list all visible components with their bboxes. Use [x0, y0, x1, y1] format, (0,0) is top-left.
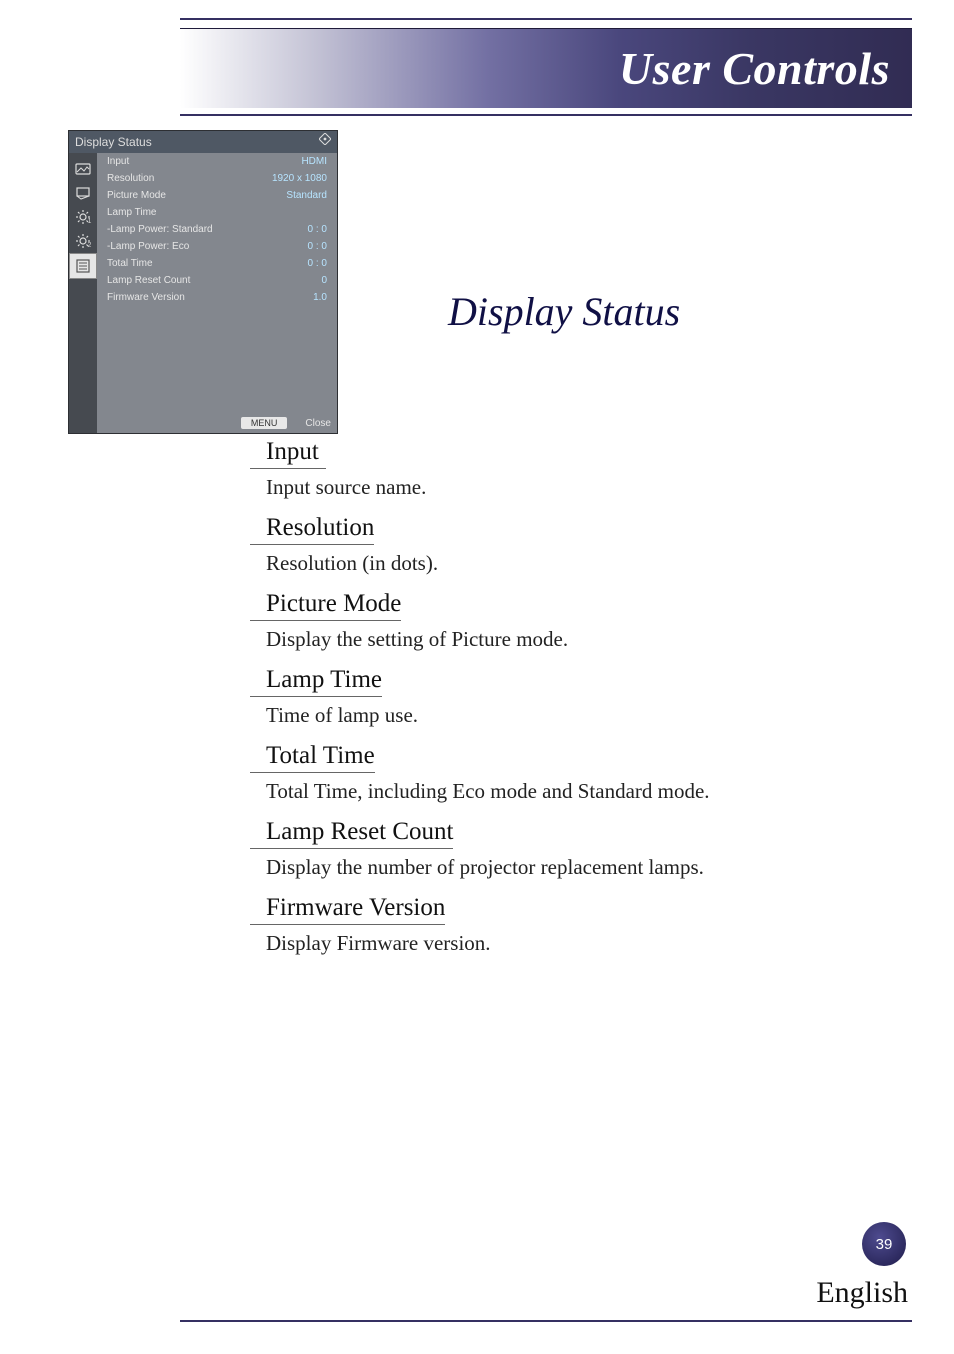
osd-label: -Lamp Power: Eco — [107, 241, 189, 252]
gear1-icon: 1 — [69, 205, 97, 229]
osd-titlebar: Display Status — [69, 131, 337, 153]
osd-value: 0 : 0 — [308, 224, 327, 235]
topic-heading: Firmware Version — [250, 894, 445, 925]
gear2-icon: 2 — [69, 229, 97, 253]
banner-rule-bottom — [180, 114, 912, 116]
topic-heading: Lamp Reset Count — [250, 818, 453, 849]
osd-label: Input — [107, 156, 129, 167]
topic-heading: Picture Mode — [250, 590, 401, 621]
osd-value: 1.0 — [313, 292, 327, 303]
topic-desc: Display the number of projector replacem… — [266, 855, 890, 880]
osd-row: -Lamp Power: Standard 0 : 0 — [97, 221, 337, 238]
menu-button-label: MENU — [241, 417, 288, 429]
osd-label: Picture Mode — [107, 190, 166, 201]
osd-row: Total Time 0 : 0 — [97, 255, 337, 272]
topic-heading: Resolution — [250, 514, 374, 545]
osd-label: Total Time — [107, 258, 153, 269]
osd-row: Input HDMI — [97, 153, 337, 170]
osd-value: 0 : 0 — [308, 241, 327, 252]
page-title: User Controls — [619, 42, 890, 95]
topic-desc: Input source name. — [266, 475, 890, 500]
topic-heading: Input — [250, 438, 326, 469]
nav-icon — [319, 131, 331, 153]
osd-label: Lamp Time — [107, 207, 156, 218]
osd-value: 0 — [321, 275, 327, 286]
close-label: Close — [305, 418, 331, 429]
content-area: Input Input source name. Resolution Reso… — [250, 434, 890, 970]
osd-label: Firmware Version — [107, 292, 185, 303]
page-number: 39 — [876, 1236, 893, 1253]
topic-desc: Display the setting of Picture mode. — [266, 627, 890, 652]
page-number-badge: 39 — [862, 1222, 906, 1266]
osd-label: Resolution — [107, 173, 154, 184]
footer-rule — [180, 1320, 912, 1322]
section-title: Display Status — [448, 288, 680, 335]
topic-heading: Lamp Time — [250, 666, 382, 697]
osd-title-text: Display Status — [75, 131, 152, 153]
topic-desc: Time of lamp use. — [266, 703, 890, 728]
screen-icon — [69, 181, 97, 205]
topic-desc: Total Time, including Eco mode and Stand… — [266, 779, 890, 804]
topic-desc: Display Firmware version. — [266, 931, 890, 956]
osd-row: -Lamp Power: Eco 0 : 0 — [97, 238, 337, 255]
osd-value: HDMI — [301, 156, 327, 167]
osd-row: Firmware Version 1.0 — [97, 289, 337, 306]
topic-heading: Total Time — [250, 742, 375, 773]
status-icon — [69, 253, 97, 279]
topic-desc: Resolution (in dots). — [266, 551, 890, 576]
osd-screenshot: Display Status 1 2 — [68, 130, 338, 434]
osd-value: 0 : 0 — [308, 258, 327, 269]
picture-icon — [69, 157, 97, 181]
language-label: English — [816, 1276, 908, 1310]
page-banner: User Controls — [180, 28, 912, 108]
osd-value: 1920 x 1080 — [272, 173, 327, 184]
osd-value: Standard — [286, 190, 327, 201]
osd-row: Picture Mode Standard — [97, 187, 337, 204]
osd-content: Input HDMI Resolution 1920 x 1080 Picture … — [97, 153, 337, 433]
osd-sidebar: 1 2 — [69, 153, 97, 433]
osd-row: Resolution 1920 x 1080 — [97, 170, 337, 187]
osd-row: Lamp Time — [97, 204, 337, 221]
banner-rule-top — [180, 18, 912, 20]
osd-footer: MENU Close — [241, 417, 331, 429]
osd-label: -Lamp Power: Standard — [107, 224, 213, 235]
osd-label: Lamp Reset Count — [107, 275, 190, 286]
osd-row: Lamp Reset Count 0 — [97, 272, 337, 289]
